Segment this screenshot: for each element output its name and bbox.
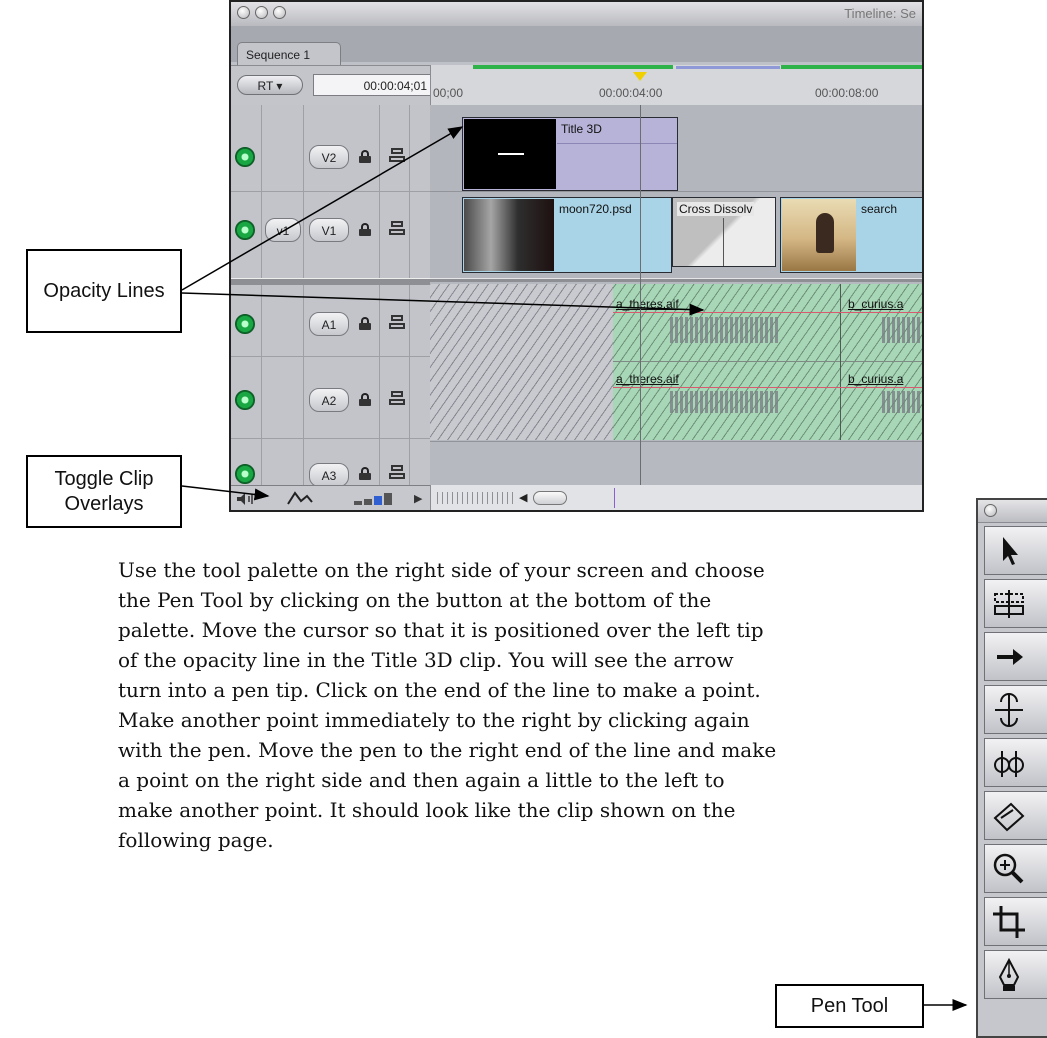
- callout-toggle-clip-overlays: Toggle Clip Overlays: [26, 455, 182, 528]
- razor-blade-icon: [993, 802, 1025, 832]
- razor-tool-button[interactable]: [984, 791, 1047, 840]
- magnifier-icon: [993, 853, 1024, 884]
- crop-tool-button[interactable]: [984, 897, 1047, 946]
- roll-edit-icon: [995, 693, 1023, 727]
- roll-tool-button[interactable]: [984, 685, 1047, 734]
- palette-close-button[interactable]: [984, 504, 997, 517]
- track-forward-icon: [997, 649, 1023, 665]
- edit-selection-tool-button[interactable]: [984, 579, 1047, 628]
- crop-icon: [993, 906, 1025, 938]
- pen-tool-button[interactable]: [984, 950, 1047, 999]
- pen-nib-icon: [998, 957, 1020, 991]
- slip-tool-button[interactable]: [984, 738, 1047, 787]
- slip-icon: [994, 751, 1024, 777]
- callout-pen-tool: Pen Tool: [775, 984, 924, 1028]
- tool-palette: [976, 498, 1047, 1038]
- instruction-paragraph: Use the tool palette on the right side o…: [118, 558, 777, 852]
- track-select-tool-button[interactable]: [984, 632, 1047, 681]
- edit-selection-icon: [994, 590, 1024, 618]
- zoom-tool-button[interactable]: [984, 844, 1047, 893]
- arrow-icon: [1003, 537, 1018, 565]
- callout-opacity-lines: Opacity Lines: [26, 249, 182, 333]
- selection-tool-button[interactable]: [984, 526, 1047, 575]
